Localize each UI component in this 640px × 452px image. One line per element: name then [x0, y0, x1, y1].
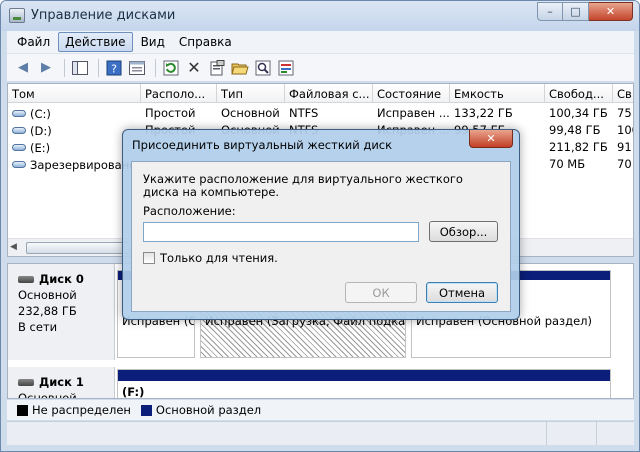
toolbar-separator [98, 58, 99, 77]
status-bar [7, 421, 634, 445]
menu-view[interactable]: Вид [135, 33, 171, 51]
refresh-icon[interactable] [161, 58, 181, 78]
menu-bar: Файл Действие Вид Справка [7, 31, 634, 53]
volume-layout: Простой [145, 106, 196, 120]
disk-size: 232,88 ГБ [18, 304, 77, 318]
volume-free: 100,34 ГБ [549, 106, 608, 120]
properties-icon[interactable] [207, 58, 227, 78]
disk-kind: Основной [18, 288, 77, 302]
volume-free: 99,48 ГБ [549, 123, 601, 137]
column-header-free[interactable]: Свобод... [545, 84, 613, 103]
browse-button[interactable]: Обзор... [429, 221, 498, 242]
legend-swatch-unallocated [17, 404, 28, 416]
legend-swatch-primary [140, 404, 152, 416]
dialog-title: Присоединить виртуальный жесткий диск [132, 138, 393, 152]
forward-arrow-icon[interactable]: ▶ [36, 58, 56, 78]
volume-name: (C:) [30, 106, 51, 121]
volume-list-header: Том Располо... Тип Файловая с... Состоян… [8, 84, 633, 103]
cancel-button[interactable]: Отмена [426, 282, 498, 303]
volume-free-pct: 100 [617, 123, 633, 137]
volume-name: Зарезервировано [30, 157, 137, 172]
svg-text:?: ? [111, 62, 117, 75]
disk-state: В сети [18, 320, 58, 334]
delete-icon[interactable]: ✕ [184, 58, 204, 78]
column-header-volume[interactable]: Том [8, 84, 141, 103]
volume-name: (E:) [30, 140, 51, 155]
back-arrow-icon[interactable]: ◀ [13, 58, 33, 78]
legend: Не распределен Основной раздел [7, 400, 634, 420]
volume-type: Основной [221, 106, 280, 120]
toolbar: ◀ ▶ ? ✕ [7, 53, 634, 81]
dialog-prompt: Укажите расположение для виртуального же… [143, 172, 463, 199]
volume-free: 211,82 ГБ [549, 140, 608, 154]
volume-icon [12, 110, 26, 117]
volume-icon [12, 127, 26, 134]
caption-buttons: – □ ✕ [537, 2, 633, 22]
window-title: Управление дисками [31, 8, 176, 23]
menu-file[interactable]: Файл [11, 33, 56, 51]
legend-unallocated: Не распределен [32, 403, 131, 417]
dialog-close-button[interactable]: ✕ [469, 130, 513, 148]
volume-free-pct: 91 [617, 140, 632, 154]
disk-icon [18, 275, 34, 283]
close-button[interactable]: ✕ [589, 2, 633, 21]
open-folder-icon[interactable] [230, 58, 250, 78]
location-input[interactable] [143, 222, 419, 242]
column-header-status[interactable]: Состояние [373, 84, 450, 103]
column-header-capacity[interactable]: Емкость [450, 84, 545, 103]
title-bar: Управление дисками – □ ✕ [1, 1, 639, 31]
disk-name: Диск 0 [39, 272, 84, 286]
menu-action[interactable]: Действие [58, 32, 133, 52]
toolbar-separator [64, 58, 65, 77]
column-header-free-pct[interactable]: Св [613, 84, 633, 103]
search-disk-icon[interactable] [253, 58, 273, 78]
readonly-checkbox[interactable] [143, 252, 155, 264]
volume-filesystem: NTFS [289, 106, 319, 120]
column-header-layout[interactable]: Располо... [141, 84, 217, 103]
maximize-button[interactable]: □ [563, 2, 589, 21]
attach-vhd-dialog: Присоединить виртуальный жесткий диск ✕ … [122, 129, 520, 320]
volume-capacity: 133,22 ГБ [454, 106, 513, 120]
volume-free: 70 МБ [549, 157, 586, 171]
column-header-filesystem[interactable]: Файловая с... [285, 84, 373, 103]
disk-0-label[interactable]: Диск 0 Основной 232,88 ГБ В сети [8, 264, 115, 360]
column-header-type[interactable]: Тип [217, 84, 285, 103]
disk-1-label[interactable]: Диск 1 Основной [8, 367, 115, 399]
readonly-label: Только для чтения. [160, 251, 278, 265]
disk-management-icon [9, 8, 25, 23]
scroll-left-icon[interactable]: ◀ [10, 242, 17, 252]
legend-primary: Основной раздел [155, 403, 262, 417]
dialog-body: Укажите расположение для виртуального же… [131, 161, 511, 312]
disk-name: Диск 1 [39, 375, 84, 389]
settings-disk-icon[interactable] [276, 58, 296, 78]
minimize-button[interactable]: – [537, 2, 563, 21]
menu-help[interactable]: Справка [173, 33, 238, 51]
disk-kind: Основной [18, 391, 77, 399]
volume-icon [12, 144, 26, 151]
volume-status: Исправен ... [377, 106, 450, 120]
table-row[interactable]: (C:) Простой Основной NTFS Исправен ... … [8, 104, 633, 121]
partition-label: (F:) [122, 385, 145, 399]
volume-free-pct: 70 [617, 157, 632, 171]
properties-pane-icon[interactable] [127, 58, 147, 78]
readonly-checkbox-row[interactable]: Только для чтения. [143, 251, 278, 265]
volume-icon [12, 161, 26, 168]
disk-1-partition[interactable]: (F:) [117, 369, 611, 399]
volume-free-pct: 75 [617, 106, 632, 120]
console-tree-icon[interactable] [70, 58, 90, 78]
toolbar-separator [155, 58, 156, 77]
disk-icon [18, 378, 34, 386]
location-label: Расположение: [143, 204, 236, 218]
help-icon[interactable]: ? [104, 58, 124, 78]
ok-button[interactable]: ОК [345, 282, 417, 303]
volume-name: (D:) [30, 123, 52, 138]
